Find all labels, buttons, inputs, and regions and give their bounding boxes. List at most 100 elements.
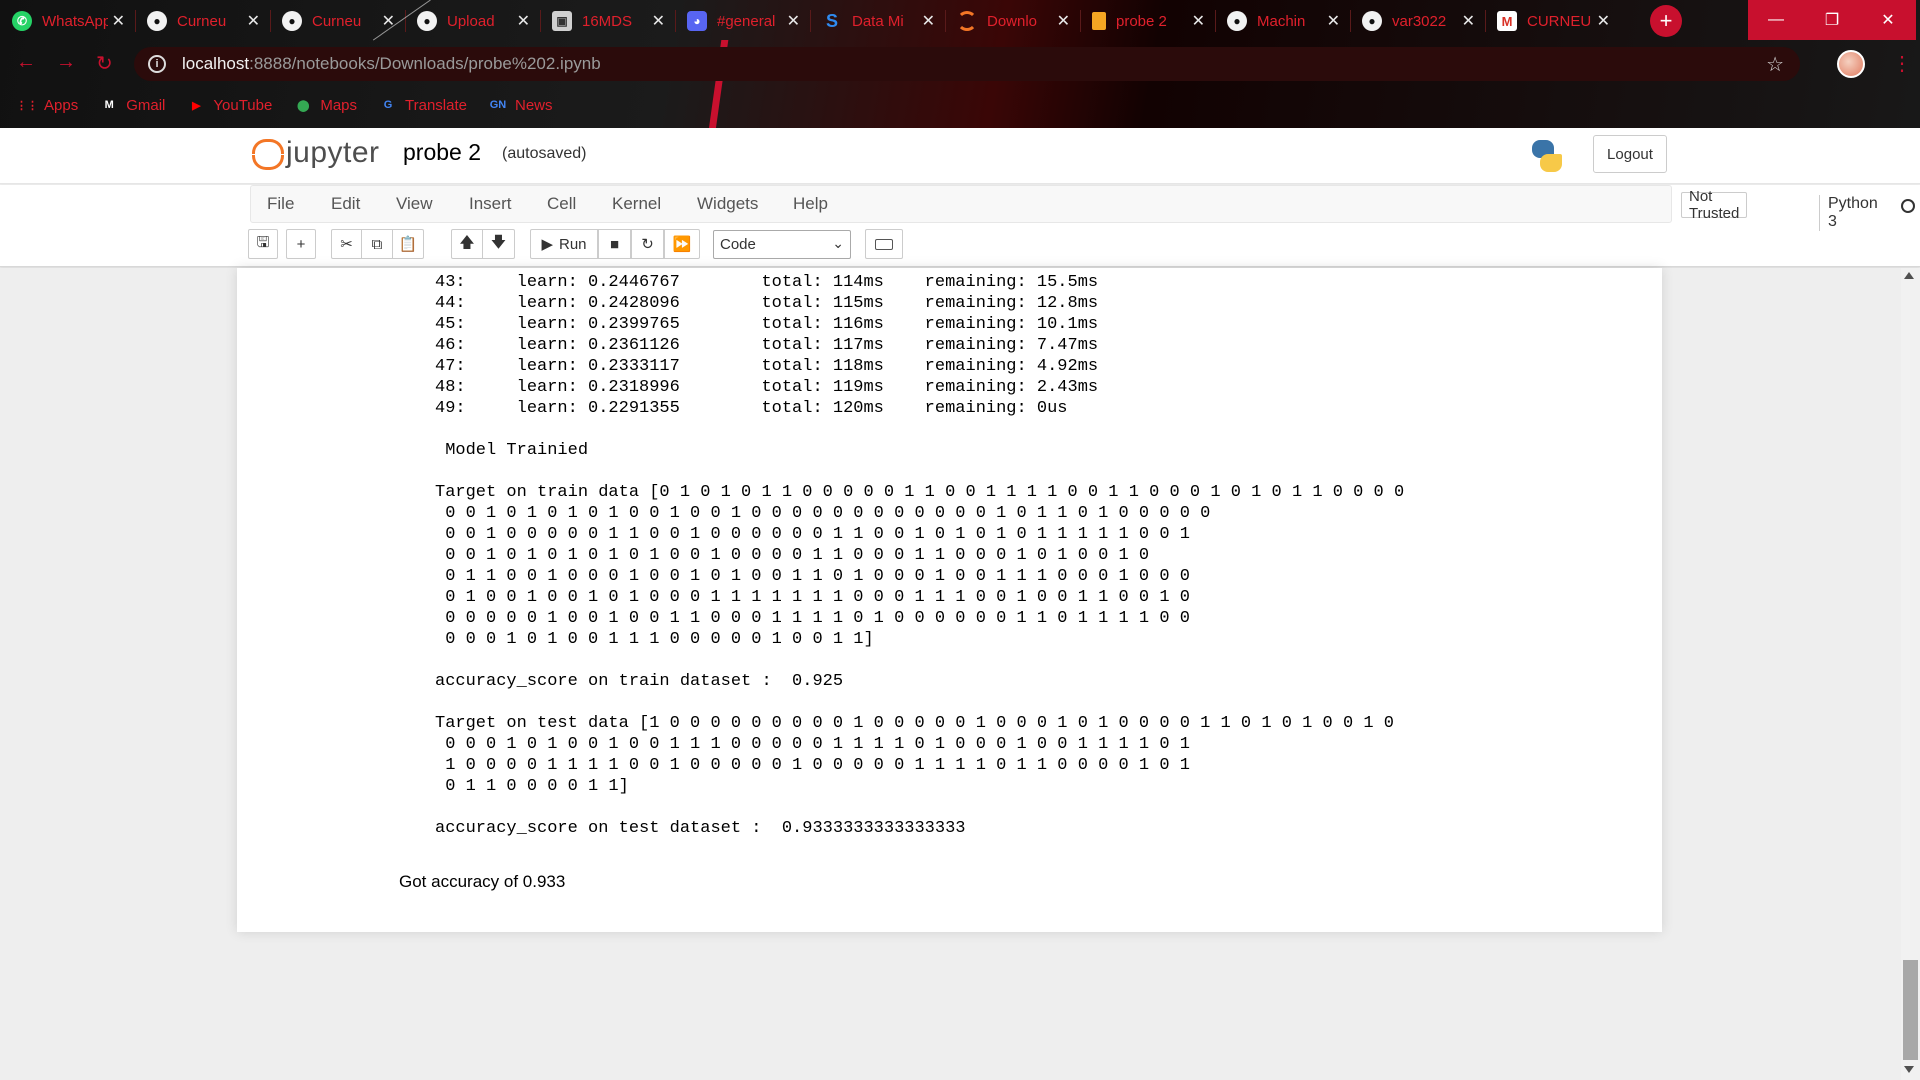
stop-icon: ■ [609, 235, 620, 253]
scroll-up-arrow-icon[interactable] [1904, 272, 1914, 279]
paste-button[interactable]: 📋 [393, 229, 424, 259]
bookmark-item[interactable]: G Translate [379, 96, 467, 114]
copy-button[interactable]: ⧉ [362, 229, 393, 259]
close-icon[interactable]: ✕ [1597, 11, 1610, 31]
jupyter-icon [957, 11, 977, 31]
github-icon: ● [1362, 11, 1382, 31]
cell-type-select[interactable]: Code ⌄ [713, 230, 851, 259]
not-trusted-badge[interactable]: Not Trusted [1681, 188, 1748, 222]
move-down-button[interactable]: 🡇 [483, 229, 515, 259]
back-arrow-icon[interactable]: ← [16, 51, 36, 74]
scrollbar-thumb[interactable] [1903, 960, 1918, 1060]
jupyter-logo-text: jupyter [286, 136, 380, 169]
cell-output-result: Got accuracy of 0.933 [399, 872, 566, 891]
output-line: 0 1 1 0 0 0 0 1 1] [435, 777, 629, 796]
menu-kernel[interactable]: Kernel [612, 194, 661, 214]
browser-tab[interactable]: ● Curneu ✕ [270, 0, 405, 42]
menu-cell[interactable]: Cell [547, 194, 576, 214]
scrollbar-track[interactable] [1901, 268, 1920, 1080]
notebook-container: 43: learn: 0.2446767 total: 114ms remain… [237, 268, 1662, 932]
menu-view[interactable]: View [396, 194, 433, 214]
site-info-icon[interactable]: i [148, 55, 166, 73]
output-line: 0 0 0 1 0 1 0 0 1 1 1 0 0 0 0 0 1 0 0 1 … [435, 630, 874, 649]
close-icon[interactable]: ✕ [652, 11, 665, 31]
minimize-button[interactable]: — [1748, 0, 1804, 40]
browser-tab[interactable]: probe 2 ✕ [1080, 0, 1215, 42]
insert-cell-button[interactable]: + [286, 229, 316, 259]
command-palette-button[interactable] [865, 229, 903, 259]
restart-button[interactable]: ↻ [631, 229, 664, 259]
menu-widgets[interactable]: Widgets [697, 194, 758, 214]
menu-edit[interactable]: Edit [331, 194, 360, 214]
cell-type-value: Code [720, 236, 756, 253]
jupyter-logo[interactable]: jupyter [250, 136, 380, 170]
github-icon: ● [282, 11, 302, 31]
forward-arrow-icon[interactable]: → [56, 51, 76, 74]
bookmark-star-icon[interactable]: ☆ [1766, 52, 1784, 77]
bookmark-item[interactable]: M Gmail [100, 96, 166, 114]
logout-button[interactable]: Logout [1593, 135, 1667, 173]
bookmark-label: Translate [405, 96, 467, 114]
bookmark-item[interactable]: ⬤ Maps [294, 96, 357, 114]
browser-tab[interactable]: Downlo ✕ [945, 0, 1080, 42]
kernel-name: Python 3 [1819, 195, 1878, 231]
close-icon[interactable]: ✕ [1327, 11, 1340, 31]
close-icon[interactable]: ✕ [517, 11, 530, 31]
bookmark-item[interactable]: GN News [489, 96, 553, 114]
bookmarks-bar: ⋮⋮ Apps M Gmail ▶ YouTube ⬤ Maps G Translate GN New… [0, 92, 575, 118]
bookmark-label: YouTube [213, 96, 273, 114]
news-icon: GN [489, 99, 507, 111]
close-icon[interactable]: ✕ [1057, 11, 1070, 31]
restart-run-all-button[interactable]: ⏩ [664, 229, 700, 259]
scroll-down-arrow-icon[interactable] [1904, 1066, 1914, 1073]
arrow-up-icon: 🡅 [459, 233, 475, 251]
close-icon[interactable]: ✕ [247, 11, 260, 31]
run-label: Run [559, 235, 587, 253]
close-icon[interactable]: ✕ [112, 11, 125, 31]
new-tab-button[interactable]: + [1650, 5, 1682, 37]
browser-tab[interactable]: ● Curneu ✕ [135, 0, 270, 42]
run-button[interactable]: ▶ Run [530, 229, 598, 259]
browser-tab[interactable]: ✆ WhatsApp ✕ [0, 0, 135, 42]
close-window-button[interactable]: ✕ [1860, 0, 1916, 40]
browser-tab[interactable]: M CURNEU ✕ [1485, 0, 1620, 42]
cut-button[interactable]: ✂ [331, 229, 362, 259]
save-button[interactable]: 🖫 [248, 229, 278, 259]
browser-menu-icon[interactable]: ⋮ [1892, 51, 1912, 76]
menu-file[interactable]: File [267, 194, 294, 214]
maximize-button[interactable]: ❐ [1804, 0, 1860, 40]
notebook-name[interactable]: probe 2 [403, 139, 481, 166]
bookmark-label: News [515, 96, 553, 114]
close-icon[interactable]: ✕ [787, 11, 800, 31]
move-up-button[interactable]: 🡅 [451, 229, 483, 259]
browser-tab[interactable]: ● Machin ✕ [1215, 0, 1350, 42]
github-icon: ● [417, 11, 437, 31]
browser-tab[interactable]: S Data Mi ✕ [810, 0, 945, 42]
bookmark-item[interactable]: ⋮⋮ Apps [16, 96, 78, 114]
close-icon[interactable]: ✕ [1192, 11, 1205, 31]
output-line: Target on test data [1 0 0 0 0 0 0 0 0 0… [435, 714, 1394, 733]
menu-insert[interactable]: Insert [469, 194, 512, 214]
bookmark-item[interactable]: ▶ YouTube [187, 96, 272, 114]
close-icon[interactable]: ✕ [1462, 11, 1475, 31]
close-icon[interactable]: ✕ [382, 11, 395, 31]
close-icon[interactable]: ✕ [922, 11, 935, 31]
tab-label: CURNEU [1527, 12, 1592, 30]
reload-icon[interactable]: ↻ [96, 51, 113, 76]
url-text[interactable]: localhost:8888/notebooks/Downloads/probe… [182, 54, 601, 74]
tab-label: 16MDS [582, 12, 633, 30]
browser-tab[interactable]: ◕ #general ✕ [675, 0, 810, 42]
menu-help[interactable]: Help [793, 194, 828, 214]
browser-tab[interactable]: ▣ 16MDS ✕ [540, 0, 675, 42]
browser-tab[interactable]: ● Upload ✕ [405, 0, 540, 42]
gmail-icon: M [104, 99, 114, 111]
browser-tab[interactable]: ● var3022 ✕ [1350, 0, 1485, 42]
address-bar[interactable]: i localhost:8888/notebooks/Downloads/pro… [134, 47, 1800, 81]
interrupt-button[interactable]: ■ [598, 229, 631, 259]
document-icon [1092, 12, 1106, 30]
tab-label: Data Mi [852, 12, 904, 30]
profile-avatar[interactable] [1837, 50, 1865, 78]
